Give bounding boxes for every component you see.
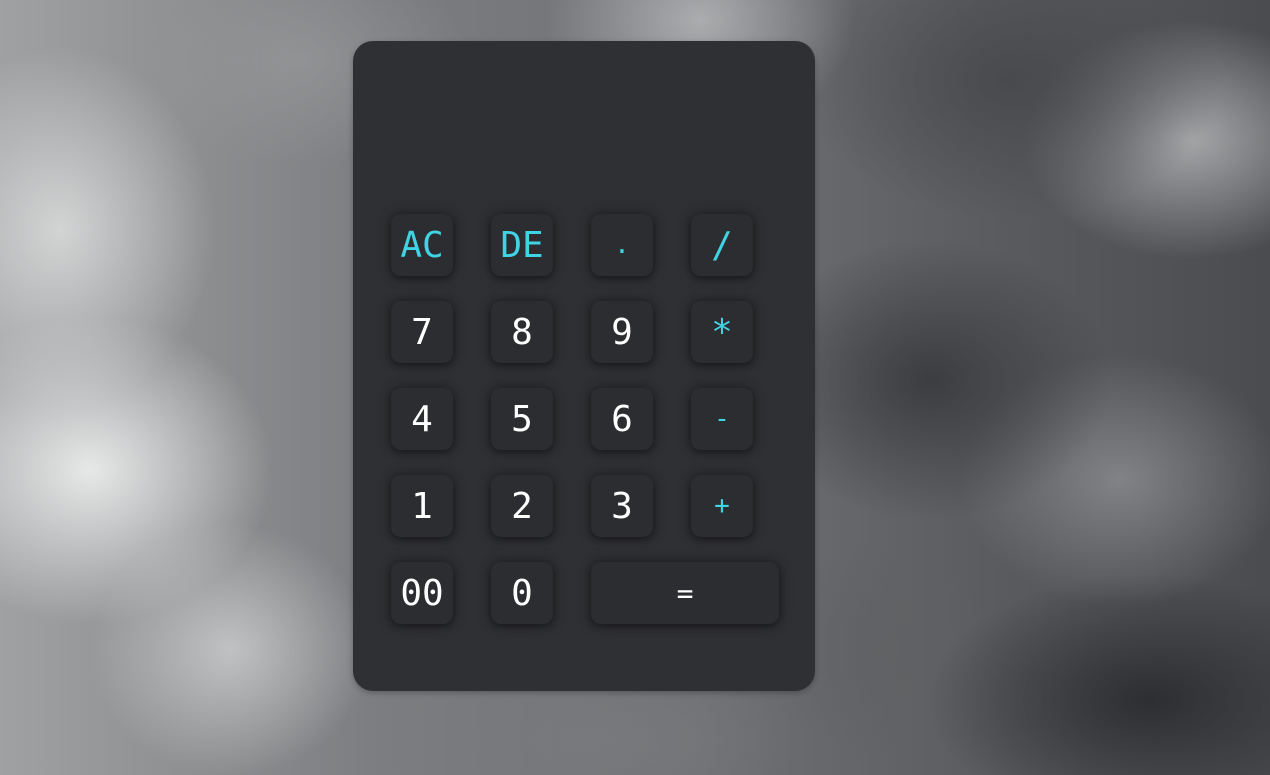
digit-8-button[interactable]: 8 — [491, 301, 553, 363]
digit-7-button[interactable]: 7 — [391, 301, 453, 363]
keypad: AC DE . / 7 8 9 * 4 5 6 - 1 2 3 + 00 0 = — [391, 214, 779, 624]
double-zero-button[interactable]: 00 — [391, 562, 453, 624]
divide-button[interactable]: / — [691, 214, 753, 276]
delete-button[interactable]: DE — [491, 214, 553, 276]
digit-4-button[interactable]: 4 — [391, 388, 453, 450]
digit-0-button[interactable]: 0 — [491, 562, 553, 624]
equals-button[interactable]: = — [591, 562, 779, 624]
calculator: AC DE . / 7 8 9 * 4 5 6 - 1 2 3 + 00 0 = — [353, 41, 815, 691]
all-clear-button[interactable]: AC — [391, 214, 453, 276]
digit-1-button[interactable]: 1 — [391, 475, 453, 537]
decimal-point-button[interactable]: . — [591, 214, 653, 276]
subtract-button[interactable]: - — [691, 388, 753, 450]
multiply-button[interactable]: * — [691, 301, 753, 363]
add-button[interactable]: + — [691, 475, 753, 537]
digit-6-button[interactable]: 6 — [591, 388, 653, 450]
calculator-display — [383, 65, 785, 185]
digit-3-button[interactable]: 3 — [591, 475, 653, 537]
digit-2-button[interactable]: 2 — [491, 475, 553, 537]
digit-9-button[interactable]: 9 — [591, 301, 653, 363]
digit-5-button[interactable]: 5 — [491, 388, 553, 450]
